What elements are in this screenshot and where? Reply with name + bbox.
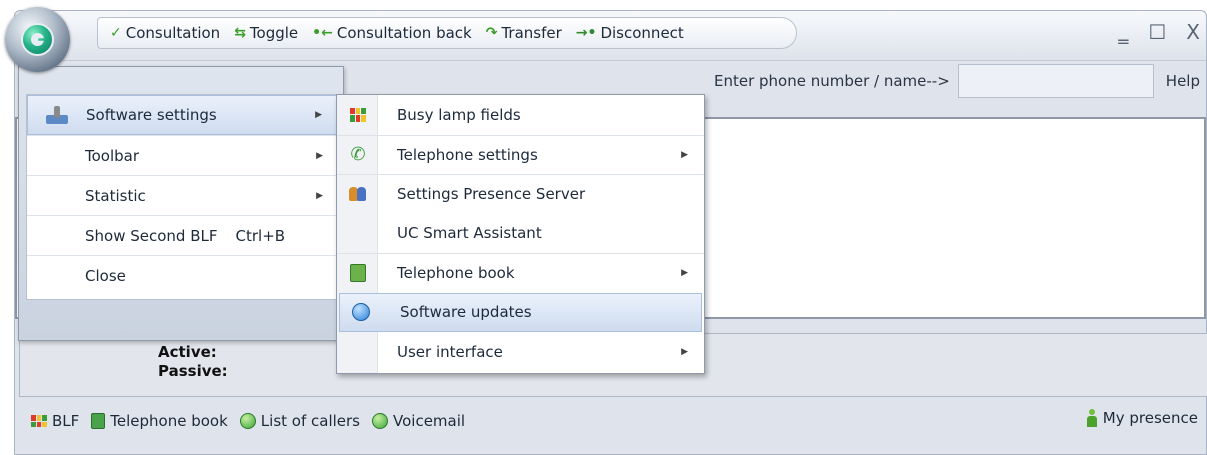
bottom-bar: BLF Telephone book List of callers Voice… bbox=[15, 401, 1206, 441]
submenu-arrow-icon: ▶ bbox=[316, 150, 323, 161]
menu-item-statistic[interactable]: Statistic ▶ bbox=[27, 175, 337, 215]
toggle-button[interactable]: ⇆ Toggle bbox=[234, 24, 298, 42]
consultation-icon: ✓ bbox=[110, 25, 122, 41]
menu-item-toolbar[interactable]: Toolbar ▶ bbox=[27, 135, 337, 175]
app-menu-list: Software settings ▶ Toolbar ▶ Statistic … bbox=[26, 94, 338, 300]
list-of-callers-button[interactable]: List of callers bbox=[239, 412, 360, 430]
software-settings-icon bbox=[46, 106, 68, 126]
toggle-icon: ⇆ bbox=[234, 25, 246, 41]
menu-item-show-second-blf[interactable]: Show Second BLF Ctrl+B bbox=[27, 215, 337, 255]
globe-icon bbox=[351, 303, 371, 322]
window-controls: ‗ ☐ X bbox=[1118, 21, 1200, 43]
submenu-arrow-icon: ▶ bbox=[681, 149, 688, 160]
consultation-back-button[interactable]: •← Consultation back bbox=[312, 24, 472, 42]
status-active-label: Active: bbox=[158, 343, 217, 361]
submenu-item-settings-presence-server[interactable]: Settings Presence Server bbox=[337, 174, 704, 214]
blf-icon bbox=[348, 106, 368, 124]
software-settings-submenu: Busy lamp fields ✆ Telephone settings ▶ … bbox=[336, 94, 705, 374]
presence-person-icon bbox=[1086, 409, 1097, 427]
telephone-icon: ✆ bbox=[350, 143, 366, 165]
voicemail-icon bbox=[372, 413, 388, 429]
close-button[interactable]: X bbox=[1186, 21, 1200, 43]
app-menu: Software settings ▶ Toolbar ▶ Statistic … bbox=[18, 66, 344, 341]
title-bar: ✓ Consultation ⇆ Toggle •← Consultation … bbox=[15, 11, 1206, 61]
presence-server-icon bbox=[348, 185, 368, 203]
submenu-item-telephone-book[interactable]: Telephone book ▶ bbox=[337, 253, 704, 293]
status-text: Active: Passive: bbox=[158, 343, 228, 381]
submenu-arrow-icon: ▶ bbox=[681, 268, 688, 279]
menu-item-software-settings[interactable]: Software settings ▶ bbox=[27, 95, 337, 135]
voicemail-button[interactable]: Voicemail bbox=[372, 412, 465, 430]
phone-search-input[interactable] bbox=[957, 64, 1154, 98]
submenu-item-software-updates[interactable]: Software updates bbox=[339, 292, 702, 332]
submenu-arrow-icon: ▶ bbox=[316, 190, 323, 201]
telephone-book-button[interactable]: Telephone book bbox=[91, 412, 228, 430]
submenu-item-user-interface[interactable]: User interface ▶ bbox=[337, 332, 704, 372]
status-passive-label: Passive: bbox=[158, 362, 228, 380]
help-link[interactable]: Help bbox=[1166, 72, 1200, 90]
minimize-button[interactable]: ‗ bbox=[1118, 21, 1128, 43]
submenu-item-telephone-settings[interactable]: ✆ Telephone settings ▶ bbox=[337, 134, 704, 175]
my-presence-button[interactable]: My presence bbox=[1086, 409, 1198, 427]
submenu-item-uc-smart-assistant[interactable]: UC Smart Assistant bbox=[337, 214, 704, 254]
submenu-item-busy-lamp-fields[interactable]: Busy lamp fields bbox=[337, 95, 704, 135]
phone-search-label: Enter phone number / name--> bbox=[713, 72, 950, 90]
disconnect-button[interactable]: →• Disconnect bbox=[576, 24, 684, 42]
shortcut-label: Ctrl+B bbox=[235, 226, 286, 245]
consultation-back-icon: •← bbox=[312, 25, 333, 41]
phonebook-icon bbox=[348, 264, 368, 283]
blf-icon bbox=[31, 415, 47, 427]
blf-button[interactable]: BLF bbox=[31, 412, 79, 430]
consultation-button[interactable]: ✓ Consultation bbox=[110, 24, 220, 42]
submenu-arrow-icon: ▶ bbox=[315, 110, 322, 120]
disconnect-icon: →• bbox=[575, 25, 597, 41]
phone-search-row: Enter phone number / name--> Help bbox=[714, 63, 1206, 99]
phonebook-icon bbox=[91, 413, 106, 429]
quick-access-toolbar: ✓ Consultation ⇆ Toggle •← Consultation … bbox=[97, 17, 797, 49]
list-of-callers-icon bbox=[239, 413, 256, 429]
transfer-icon: ↷ bbox=[485, 25, 498, 41]
app-logo-icon bbox=[21, 23, 54, 56]
app-menu-button[interactable] bbox=[5, 7, 70, 72]
transfer-button[interactable]: ↷ Transfer bbox=[486, 24, 562, 42]
submenu-arrow-icon: ▶ bbox=[681, 346, 688, 357]
maximize-button[interactable]: ☐ bbox=[1148, 21, 1166, 43]
menu-item-close[interactable]: Close bbox=[27, 255, 337, 295]
